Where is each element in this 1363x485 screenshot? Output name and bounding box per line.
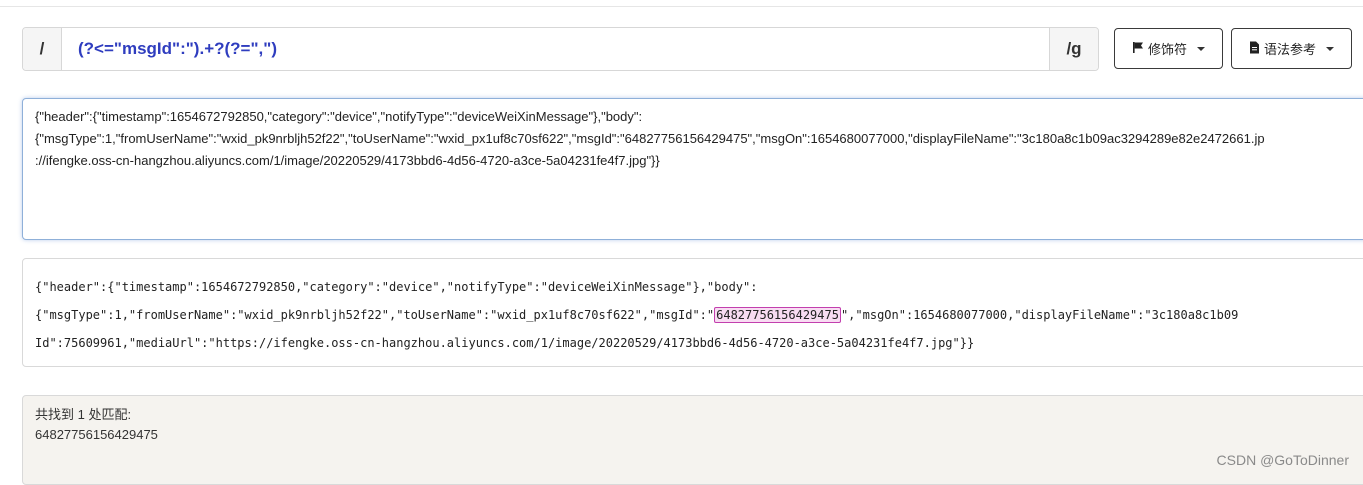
match-item: 64827756156429475	[35, 427, 158, 442]
syntax-reference-dropdown-button[interactable]: 语法参考	[1231, 28, 1352, 69]
result-line: {"msgType":1,"fromUserName":"wxid_pk9nrb…	[35, 301, 1363, 329]
flag-icon	[1132, 41, 1144, 56]
modifiers-dropdown-button[interactable]: 修饰符	[1114, 28, 1223, 69]
regex-input-group: / /g	[22, 27, 1099, 71]
result-line: Id":75609961,"mediaUrl":"https://ifengke…	[35, 336, 975, 350]
highlighted-result-panel: {"header":{"timestamp":1654672792850,"ca…	[22, 258, 1363, 367]
result-line: {"header":{"timestamp":1654672792850,"ca…	[35, 280, 758, 294]
result-text-after-match: ","msgOn":1654680077000,"displayFileName…	[840, 308, 1239, 322]
source-line: {"msgType":1,"fromUserName":"wxid_pk9nrb…	[35, 131, 1265, 146]
syntax-reference-label: 语法参考	[1263, 42, 1316, 57]
regex-pattern-input[interactable]	[62, 28, 1049, 70]
regex-flags[interactable]: /g	[1049, 28, 1098, 70]
chevron-down-icon	[1197, 46, 1205, 51]
match-summary: 共找到 1 处匹配:	[35, 407, 132, 422]
result-text-before-match: {"msgType":1,"fromUserName":"wxid_pk9nrb…	[35, 308, 715, 322]
match-highlight: 64827756156429475	[714, 307, 841, 323]
source-line: {"header":{"timestamp":1654672792850,"ca…	[35, 109, 643, 124]
modifiers-label: 修饰符	[1147, 42, 1187, 57]
watermark: CSDN @GoToDinner	[1216, 452, 1349, 468]
test-string-textarea[interactable]: {"header":{"timestamp":1654672792850,"ca…	[22, 98, 1363, 240]
match-results-panel: 共找到 1 处匹配: 64827756156429475	[22, 395, 1363, 485]
document-icon	[1249, 41, 1260, 57]
regex-open-delimiter: /	[23, 28, 62, 70]
chevron-down-icon	[1326, 46, 1334, 51]
top-divider	[0, 6, 1363, 7]
source-line: ://ifengke.oss-cn-hangzhou.aliyuncs.com/…	[35, 153, 660, 168]
